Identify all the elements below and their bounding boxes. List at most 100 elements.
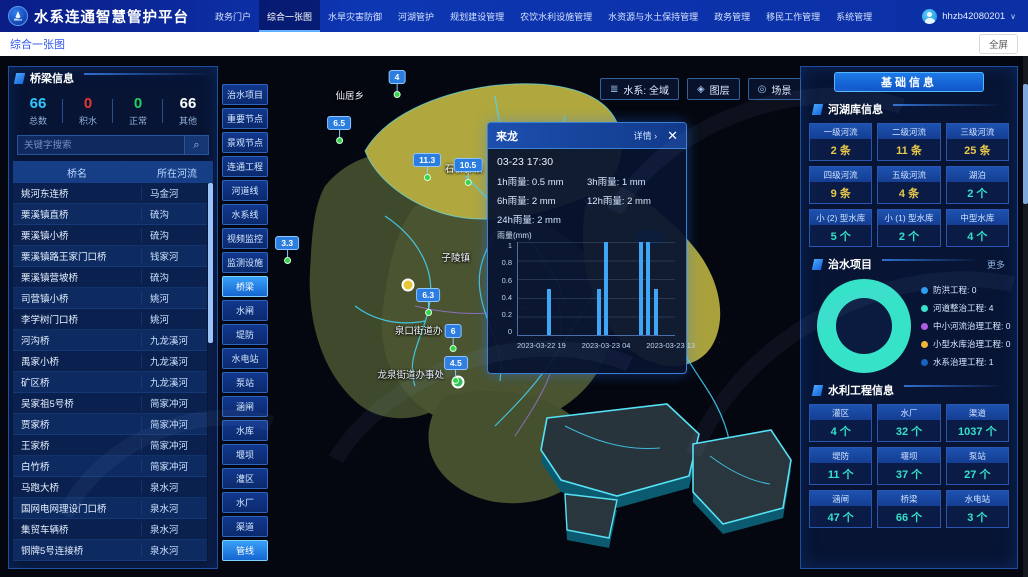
stat-tile[interactable]: 四级河流 9 条 — [809, 166, 872, 204]
logo-wrap: 水系连通智慧管护平台 — [0, 6, 207, 27]
table-row[interactable]: 栗溪镇小桥 硫沟 — [13, 225, 207, 246]
stat-tile[interactable]: 水电站 3 个 — [946, 490, 1009, 528]
nav-menu-item[interactable]: 政务管理 — [706, 0, 758, 32]
stat-tile[interactable]: 中型水库 4 个 — [946, 209, 1009, 247]
table-row[interactable]: 贾家桥 简家冲河 — [13, 414, 207, 435]
layer-menu-item[interactable]: 水厂 — [222, 492, 268, 513]
rain-chart-bars — [517, 242, 675, 336]
stat-tile[interactable]: 小 (2) 型水库 5 个 — [809, 209, 872, 247]
layer-menu-item[interactable]: 河道线 — [222, 180, 268, 201]
table-row[interactable]: 栗溪镇营坡桥 硫沟 — [13, 267, 207, 288]
layer-menu-item[interactable]: 灌区 — [222, 468, 268, 489]
station-marker[interactable]: 3.3 — [275, 236, 299, 264]
fullscreen-button[interactable]: 全屏 — [979, 34, 1018, 54]
layer-menu-item[interactable]: 水系线 — [222, 204, 268, 225]
station-marker[interactable]: 11.3 — [413, 153, 441, 181]
table-row[interactable]: 马跑大桥 泉水河 — [13, 477, 207, 498]
stat-tile[interactable]: 涵闸 47 个 — [809, 490, 872, 528]
table-row[interactable]: 栗溪镇直桥 硫沟 — [13, 204, 207, 225]
map-control-button[interactable]: ◎ 场景 — [748, 78, 802, 100]
nav-menu-item[interactable]: 河湖管护 — [390, 0, 442, 32]
stat-tile[interactable]: 三级河流 25 条 — [946, 123, 1009, 161]
nav-menu-item[interactable]: 综合一张图 — [259, 0, 320, 32]
nav-menu-item[interactable]: 水资源与水土保持管理 — [600, 0, 706, 32]
table-row[interactable]: 王家桥 简家冲河 — [13, 435, 207, 456]
stat-tile[interactable]: 小 (1) 型水库 2 个 — [877, 209, 940, 247]
marker-stem — [287, 250, 288, 257]
table-row[interactable]: 河沟桥 九龙溪河 — [13, 330, 207, 351]
nav-menu-item[interactable]: 规划建设管理 — [442, 0, 512, 32]
table-row[interactable]: 矿区桥 九龙溪河 — [13, 372, 207, 393]
close-icon[interactable]: ✕ — [667, 129, 678, 142]
basic-info-button[interactable]: 基础信息 — [834, 72, 984, 92]
layer-menu-item[interactable]: 水电站 — [222, 348, 268, 369]
stat-tile[interactable]: 堰坝 37 个 — [877, 447, 940, 485]
search-input[interactable] — [18, 136, 184, 154]
stat-tile[interactable]: 湖泊 2 个 — [946, 166, 1009, 204]
nav-menu-item[interactable]: 水旱灾害防御 — [320, 0, 390, 32]
breadcrumb[interactable]: 综合一张图 — [10, 36, 65, 52]
stat-tile[interactable]: 渠道 1037 个 — [946, 404, 1009, 442]
stat-tile[interactable]: 五级河流 4 条 — [877, 166, 940, 204]
stat-tile[interactable]: 二级河流 11 条 — [877, 123, 940, 161]
table-row[interactable]: 禹家小桥 九龙溪河 — [13, 351, 207, 372]
user-menu[interactable]: hhzb42080201 ∨ — [922, 9, 1028, 24]
layer-menu-item[interactable]: 监测设施 — [222, 252, 268, 273]
table-row[interactable]: 司营镇小桥 姚河 — [13, 288, 207, 309]
stat-tile[interactable]: 灌区 4 个 — [809, 404, 872, 442]
more-link[interactable]: 更多 — [987, 258, 1005, 271]
map-control-button[interactable]: ◈ 图层 — [687, 78, 740, 100]
page-scrollbar[interactable] — [1023, 56, 1028, 577]
layer-menu-item[interactable]: 堤防 — [222, 324, 268, 345]
layer-menu-item[interactable]: 渠道 — [222, 516, 268, 537]
nav-menu-item[interactable]: 政务门户 — [207, 0, 259, 32]
table-row[interactable]: 集贸车辆桥 泉水河 — [13, 519, 207, 540]
poi-yellow-icon[interactable] — [402, 279, 415, 292]
search-icon[interactable]: ⌕ — [184, 136, 208, 154]
stat-tile[interactable]: 泵站 27 个 — [946, 447, 1009, 485]
map-control-button[interactable]: ≣ 水系: 全域 — [600, 78, 679, 100]
nav-menu-item[interactable]: 农饮水利设施管理 — [512, 0, 600, 32]
station-marker[interactable]: 10.5 — [454, 158, 483, 186]
tile-label: 一级河流 — [810, 124, 871, 139]
legend-dot-icon — [921, 341, 928, 348]
stat-tile[interactable]: 桥梁 66 个 — [877, 490, 940, 528]
page-scrollbar-thumb[interactable] — [1023, 84, 1028, 204]
table-row[interactable]: 铜牌5号连接桥 泉水河 — [13, 540, 207, 561]
layer-menu-item[interactable]: 泵站 — [222, 372, 268, 393]
layer-menu-item[interactable]: 治水项目 — [222, 84, 268, 105]
station-marker[interactable]: 6.3 — [416, 288, 440, 316]
station-marker[interactable]: 6 — [445, 324, 462, 352]
layer-menu-item[interactable]: 堰坝 — [222, 444, 268, 465]
station-marker[interactable]: 6.5 — [327, 116, 351, 144]
table-row[interactable]: 李学树门口桥 姚河 — [13, 309, 207, 330]
stat-tile[interactable]: 一级河流 2 条 — [809, 123, 872, 161]
nav-menu-item[interactable]: 系统管理 — [828, 0, 880, 32]
stat-tile[interactable]: 水厂 32 个 — [877, 404, 940, 442]
table-row[interactable]: 栗溪镇路王家门口桥 钱家河 — [13, 246, 207, 267]
stat-tile[interactable]: 堤防 11 个 — [809, 447, 872, 485]
map-control-label: 图层 — [710, 82, 730, 97]
table-row[interactable]: 姚河东连桥 马金河 — [13, 183, 207, 204]
layer-menu-item[interactable]: 景观节点 — [222, 132, 268, 153]
section-line — [904, 385, 1005, 387]
layer-menu-item[interactable]: 水闸 — [222, 300, 268, 321]
layer-menu-item[interactable]: 管线 — [222, 540, 268, 561]
station-marker[interactable]: 4 — [389, 70, 406, 98]
layer-menu-item[interactable]: 水库 — [222, 420, 268, 441]
basic-info-panel: 基础信息 河湖库信息 一级河流 2 条 二级河流 11 条 — [800, 66, 1018, 569]
nav-menu-item[interactable]: 移民工作管理 — [758, 0, 828, 32]
table-scrollbar[interactable] — [208, 183, 213, 564]
layer-menu-item[interactable]: 重要节点 — [222, 108, 268, 129]
station-marker[interactable]: 4.5 — [444, 356, 468, 384]
table-scrollbar-thumb[interactable] — [208, 183, 213, 343]
layer-menu-item[interactable]: 涵闸 — [222, 396, 268, 417]
tile-value: 3 个 — [947, 506, 1008, 527]
layer-menu-item[interactable]: 视频监控 — [222, 228, 268, 249]
table-row[interactable]: 白竹桥 简家冲河 — [13, 456, 207, 477]
popup-detail-link[interactable]: 详情 › — [634, 129, 658, 142]
table-row[interactable]: 国网电网理设门口桥 泉水河 — [13, 498, 207, 519]
layer-menu-item[interactable]: 桥梁 — [222, 276, 268, 297]
layer-menu-item[interactable]: 连通工程 — [222, 156, 268, 177]
table-row[interactable]: 吴家祖5号桥 简家冲河 — [13, 393, 207, 414]
